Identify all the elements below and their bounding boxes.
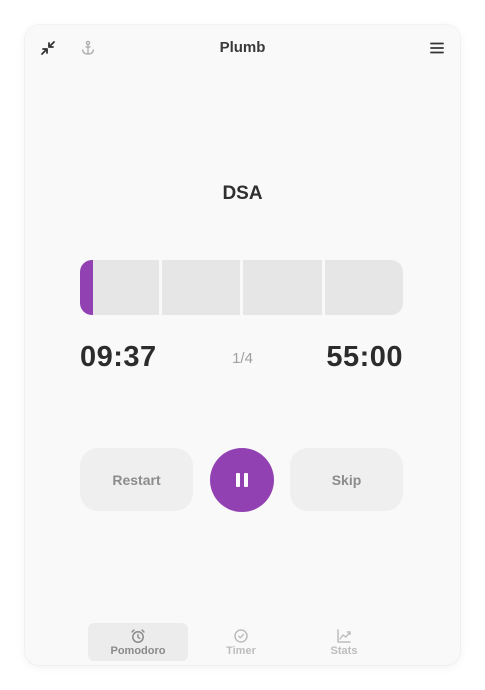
progress-segment-1: [80, 260, 159, 315]
nav-label: Stats: [330, 644, 358, 657]
nav-tab-stats[interactable]: Stats: [294, 623, 394, 661]
pause-button[interactable]: [210, 448, 274, 512]
nav-label: Pomodoro: [110, 644, 166, 657]
menu-icon[interactable]: [425, 36, 449, 60]
skip-button[interactable]: Skip: [290, 448, 403, 511]
progress-segment-3: [243, 260, 322, 315]
nav-tab-timer[interactable]: Timer: [191, 623, 291, 661]
alarm-clock-icon: [131, 628, 145, 643]
task-name: DSA: [222, 183, 263, 204]
clock-icon: [234, 628, 248, 643]
app-window: Plumb DSA 09:37 1/4 55:00 Restart Skip P…: [25, 25, 460, 665]
bottom-nav: Pomodoro Timer Stats: [25, 623, 460, 661]
total-time: 55:00: [326, 341, 403, 373]
chart-icon: [337, 628, 351, 643]
progress-segment-fill: [80, 260, 94, 315]
pause-icon: [236, 473, 248, 487]
progress-segment-4: [324, 260, 403, 315]
nav-tab-pomodoro[interactable]: Pomodoro: [88, 623, 188, 661]
restart-button[interactable]: Restart: [80, 448, 193, 511]
app-title: Plumb: [219, 39, 266, 56]
titlebar: Plumb: [25, 25, 460, 71]
session-progress-bar: [80, 260, 403, 315]
progress-segment-2: [161, 260, 240, 315]
nav-label: Timer: [226, 644, 256, 657]
